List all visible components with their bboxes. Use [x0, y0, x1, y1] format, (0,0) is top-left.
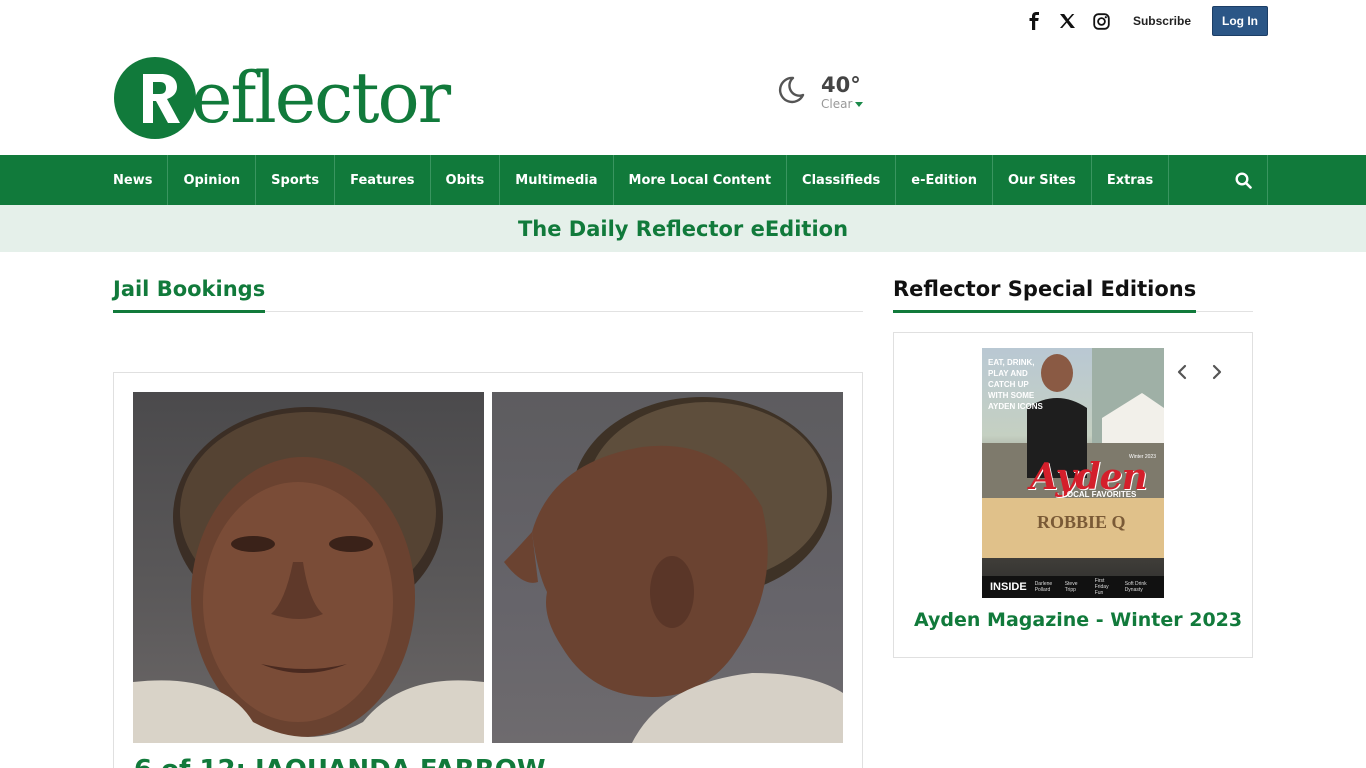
- social-links: [1017, 6, 1119, 36]
- nav-item-obits[interactable]: Obits: [431, 155, 501, 205]
- chevron-down-icon: [855, 101, 864, 107]
- logo-wordmark: eflector: [191, 57, 451, 139]
- jail-bookings-header: Jail Bookings: [113, 276, 863, 313]
- instagram-icon[interactable]: [1085, 6, 1119, 36]
- logo-mark: [114, 57, 196, 139]
- moon-icon: [778, 76, 805, 104]
- booking-headline[interactable]: 6 of 12: JAQUANDA FARROW: [134, 755, 546, 768]
- mugshot-profile-photo[interactable]: [492, 392, 843, 743]
- booking-card[interactable]: 6 of 12: JAQUANDA FARROW: [113, 372, 863, 768]
- magazine-cover[interactable]: ROBBIE Q EAT, DRINK, PLAY AND CATCH UP W…: [982, 348, 1164, 598]
- nav-item-classifieds[interactable]: Classifieds: [787, 155, 897, 205]
- cover-tagline-2: PLAY AND: [988, 369, 1028, 378]
- special-edition-title[interactable]: Ayden Magazine - Winter 2023: [914, 609, 1242, 631]
- cover-inside-item: First Friday Fun: [1094, 578, 1109, 596]
- special-editions-header: Reflector Special Editions: [893, 276, 1253, 313]
- carousel-prev-button[interactable]: [1172, 361, 1192, 383]
- cover-inside-item: Darlene Pollard: [1034, 581, 1053, 593]
- mugshot-front-photo[interactable]: [133, 392, 484, 743]
- svg-text:ROBBIE Q: ROBBIE Q: [1037, 512, 1126, 532]
- x-twitter-icon[interactable]: [1051, 6, 1085, 36]
- cover-inside-strip: INSIDE Darlene Pollard Steve Tripp First…: [982, 576, 1164, 598]
- nav-item-extras[interactable]: Extras: [1092, 155, 1170, 205]
- weather-widget[interactable]: 40° Clear: [776, 73, 864, 112]
- nav-item-e-edition[interactable]: e-Edition: [896, 155, 993, 205]
- eedition-banner: The Daily Reflector eEdition: [0, 205, 1366, 252]
- nav-item-sports[interactable]: Sports: [256, 155, 336, 205]
- site-logo[interactable]: eflector: [113, 56, 473, 140]
- nav-item-multimedia[interactable]: Multimedia: [500, 155, 614, 205]
- cover-inside-label: INSIDE: [990, 581, 1027, 593]
- cover-tagline-5: AYDEN ICONS: [988, 402, 1043, 411]
- cover-tagline-3: CATCH UP: [988, 380, 1029, 389]
- cover-inside-item: Steve Tripp: [1064, 581, 1078, 593]
- section-title[interactable]: Jail Bookings: [113, 276, 266, 313]
- weather-condition: Clear: [821, 96, 864, 112]
- chevron-right-icon: [1212, 364, 1222, 380]
- chevron-left-icon: [1177, 364, 1187, 380]
- special-editions-carousel: ROBBIE Q EAT, DRINK, PLAY AND CATCH UP W…: [893, 332, 1253, 658]
- utility-bar: Subscribe Log In: [1017, 6, 1268, 36]
- nav-items: News Opinion Sports Features Obits Multimedia…: [98, 155, 1170, 205]
- nav-item-more-local-content[interactable]: More Local Content: [614, 155, 788, 205]
- weather-condition-text: Clear: [821, 97, 853, 111]
- eedition-link[interactable]: The Daily Reflector eEdition: [518, 217, 848, 241]
- nav-item-features[interactable]: Features: [335, 155, 431, 205]
- cover-inside-item: Soft Drink Dynasty: [1124, 581, 1147, 593]
- cover-tagline-1: EAT, DRINK,: [988, 358, 1035, 367]
- weather-temperature: 40°: [821, 73, 861, 97]
- search-button[interactable]: [1219, 155, 1268, 205]
- facebook-icon[interactable]: [1017, 6, 1051, 36]
- cover-tagline-4: WITH SOME: [988, 391, 1035, 400]
- login-button[interactable]: Log In: [1212, 6, 1268, 36]
- subscribe-link[interactable]: Subscribe: [1133, 14, 1191, 28]
- cover-subhead: LOCAL FAVORITES: [1062, 490, 1137, 499]
- nav-item-news[interactable]: News: [98, 155, 169, 205]
- nav-item-opinion[interactable]: Opinion: [168, 155, 257, 205]
- carousel-next-button[interactable]: [1207, 361, 1227, 383]
- search-icon: [1234, 171, 1252, 189]
- main-nav: News Opinion Sports Features Obits Multimedia…: [0, 155, 1366, 205]
- nav-item-our-sites[interactable]: Our Sites: [993, 155, 1092, 205]
- sidebar-title: Reflector Special Editions: [893, 276, 1197, 313]
